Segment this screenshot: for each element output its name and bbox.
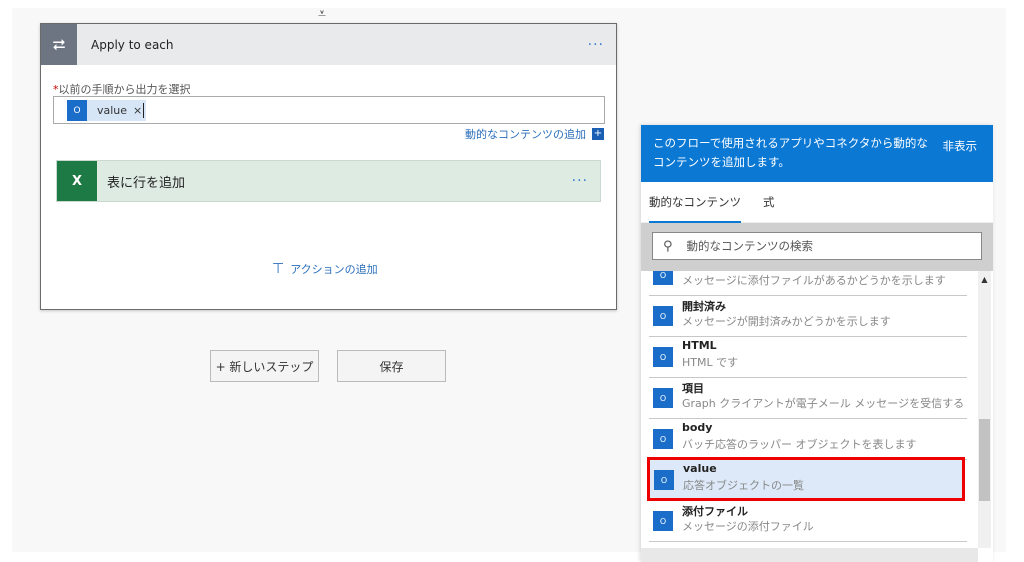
item-name: 項目 xyxy=(682,382,704,395)
field-label: *以前の手順から出力を選択 xyxy=(53,81,191,97)
action-menu-button[interactable]: ··· xyxy=(572,173,588,189)
item-name: body xyxy=(682,421,713,434)
outlook-icon: O xyxy=(67,100,87,121)
loop-icon: ⮂ xyxy=(41,24,77,65)
item-desc: 応答オブジェクトの一覧 xyxy=(683,479,804,492)
outlook-icon: O xyxy=(653,271,673,285)
action-title: 表に行を追加 xyxy=(107,175,186,191)
item-desc: メッセージの添付ファイル xyxy=(682,520,814,533)
add-action-label: アクションの追加 xyxy=(290,263,378,276)
item-name: 開封済み xyxy=(682,300,726,313)
add-row-action-card[interactable]: X 表に行を追加 ··· xyxy=(56,160,601,202)
list-item-3[interactable]: O 項目 Graph クライアントが電子メール メッセージを受信する xyxy=(649,378,967,419)
save-button[interactable]: 保存 xyxy=(337,350,446,382)
outlook-icon: O xyxy=(654,470,674,490)
outlook-icon: O xyxy=(653,388,673,408)
card-menu-button[interactable]: ··· xyxy=(588,37,604,53)
excel-icon: X xyxy=(57,161,97,201)
list-item-2[interactable]: O HTML HTML です xyxy=(649,337,967,378)
item-desc: HTML です xyxy=(682,356,739,369)
scroll-up-icon[interactable]: ▲ xyxy=(978,275,991,284)
add-action-icon: ⊤ xyxy=(272,261,285,277)
list-footer xyxy=(641,548,978,562)
item-desc: Graph クライアントが電子メール メッセージを受信する xyxy=(682,397,965,410)
outlook-icon: O xyxy=(653,511,673,531)
list-item-4[interactable]: Obody バッチ応答のラッパー オブジェクトを表します xyxy=(649,419,967,460)
search-bar: ⚲ 動的なコンテンツの検索 xyxy=(641,223,993,271)
panel-message: このフローで使用されるアプリやコネクタから動的なコンテンツを追加します。 xyxy=(653,136,928,169)
hide-button[interactable]: 非表示 xyxy=(943,137,978,156)
card-header[interactable]: ⮂ Apply to each ··· xyxy=(41,24,616,65)
output-select-input[interactable]: O value × xyxy=(53,96,605,124)
value-token[interactable]: O value × xyxy=(67,100,147,121)
outlook-icon: O xyxy=(653,347,673,367)
token-remove-button[interactable]: × xyxy=(133,104,142,117)
new-step-button[interactable]: + 新しいステップ xyxy=(210,350,319,382)
item-desc: バッチ応答のラッパー オブジェクトを表します xyxy=(682,438,917,451)
item-desc: メッセージに添付ファイルがあるかどうかを示します xyxy=(682,274,946,287)
add-action-button[interactable]: ⊤ アクションの追加 xyxy=(272,261,378,277)
dynamic-content-list: O添付ファイルありメッセージに添付ファイルがあるかどうかを示しますO開封済みメッ… xyxy=(641,271,978,548)
tab-dynamic-content[interactable]: 動的なコンテンツ xyxy=(649,182,741,223)
dynamic-content-panel: このフローで使用されるアプリやコネクタから動的なコンテンツを追加します。 非表示… xyxy=(641,125,993,562)
list-item-5[interactable]: Ovalue 応答オブジェクトの一覧 xyxy=(647,457,965,501)
field-label-text: 以前の手順から出力を選択 xyxy=(58,83,191,96)
scrollbar[interactable]: ▲ xyxy=(978,271,991,548)
search-icon: ⚲ xyxy=(663,238,673,254)
text-caret xyxy=(143,103,144,118)
list-item-1[interactable]: O 開封済みメッセージが開封済みかどうかを示します xyxy=(649,296,967,337)
add-dynamic-label: 動的なコンテンツの追加 xyxy=(465,128,586,141)
panel-tabs: 動的なコンテンツ 式 xyxy=(641,182,993,223)
item-name: 添付ファイル xyxy=(682,505,748,518)
outlook-icon: O xyxy=(653,306,673,326)
token-label: value xyxy=(97,104,128,117)
item-name: HTML xyxy=(682,339,717,352)
item-name: value xyxy=(683,462,717,475)
item-desc: メッセージが開封済みかどうかを示します xyxy=(682,315,891,328)
scrollbar-thumb[interactable] xyxy=(979,419,990,501)
search-input[interactable]: ⚲ 動的なコンテンツの検索 xyxy=(652,232,982,260)
panel-header: このフローで使用されるアプリやコネクタから動的なコンテンツを追加します。 非表示 xyxy=(641,125,993,182)
search-placeholder: 動的なコンテンツの検索 xyxy=(686,239,814,253)
card-title: Apply to each xyxy=(91,37,174,52)
list-item-0[interactable]: O添付ファイルありメッセージに添付ファイルがあるかどうかを示します xyxy=(649,271,967,296)
connector-arrow-icon: ⩡ xyxy=(318,6,326,22)
add-dynamic-content-link[interactable]: 動的なコンテンツの追加 + xyxy=(465,126,604,142)
outlook-icon: O xyxy=(653,429,673,449)
apply-to-each-card: ⮂ Apply to each ··· *以前の手順から出力を選択 O valu… xyxy=(40,23,617,310)
tab-expression[interactable]: 式 xyxy=(763,182,775,223)
plus-icon: + xyxy=(592,128,604,140)
list-item-6[interactable]: O 添付ファイルメッセージの添付ファイル xyxy=(649,501,967,542)
